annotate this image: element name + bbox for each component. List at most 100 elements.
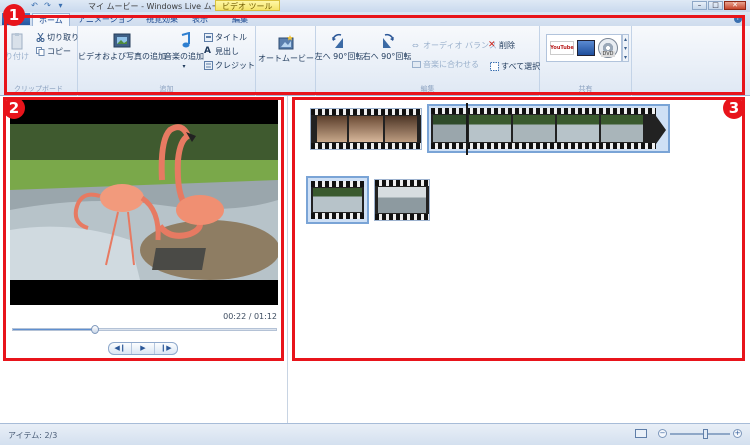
audio-balance-label: オーディオ バランス [423, 41, 497, 50]
film-sprocket [311, 213, 364, 219]
rotate-right-button[interactable]: 右へ 90°回転 [362, 32, 412, 62]
share-gallery-scroll[interactable]: ▴ ▾ ▾ [622, 34, 629, 62]
delete-button[interactable]: ✕ 削除 [488, 40, 515, 51]
rotate-left-button[interactable]: 左へ 90°回転 [314, 32, 364, 62]
fit-to-music-label: 音楽に合わせる [423, 60, 479, 69]
monitor-icon [578, 41, 594, 55]
seek-bar-fill [13, 329, 95, 330]
title-label: タイトル [215, 33, 247, 42]
tab-visual-effects[interactable]: 視覚効果 [140, 13, 184, 26]
dvd-share-button[interactable]: DVD [598, 38, 618, 58]
group-label-share: 共有 [578, 85, 593, 93]
add-music-label: 音楽の追加 [164, 52, 204, 61]
copy-icon [36, 47, 45, 56]
film-sprocket [375, 214, 429, 220]
caption-label: 見出し [215, 47, 239, 56]
annotation-badge-2: 2 [3, 97, 25, 119]
chevron-down-icon: ▾ [182, 63, 186, 70]
caption-button[interactable]: A 見出し [204, 46, 239, 57]
clip-frame [601, 115, 643, 142]
play-button[interactable]: ▶ [132, 343, 155, 354]
annotation-badge-3: 3 [723, 97, 745, 119]
group-clipboard: り付け 切り取り コピー クリップボード [0, 26, 79, 96]
zoom-slider[interactable] [670, 428, 730, 439]
flamingo-video-frame [10, 100, 278, 305]
close-button[interactable]: ✕ [724, 1, 746, 10]
clip-end-arrow [656, 116, 666, 144]
storyboard-clip[interactable] [374, 179, 430, 221]
rotate-left-label: 左へ 90°回転 [314, 52, 364, 61]
help-icon[interactable]: ? [734, 15, 742, 23]
storyboard-view-icon[interactable] [635, 429, 647, 438]
storyboard-clip[interactable] [306, 176, 369, 224]
tab-home[interactable]: ホーム [32, 13, 70, 26]
caption-icon: A [204, 46, 211, 56]
audio-balance-button[interactable]: ⇔ オーディオ バランス [412, 40, 497, 51]
paste-button[interactable]: り付け [2, 32, 32, 62]
zoom-in-button[interactable]: + [733, 429, 742, 438]
status-bar: アイテム: 2/3 − + [0, 423, 750, 445]
quick-access-toolbar: ↶ ↷ ▾ [30, 1, 65, 10]
zoom-out-button[interactable]: − [658, 429, 667, 438]
group-automovie: オートムービー [256, 26, 316, 96]
previous-frame-button[interactable]: ◀❙ [109, 343, 132, 354]
next-frame-button[interactable]: ❙▶ [155, 343, 177, 354]
storyboard-clip-selected[interactable] [427, 104, 670, 153]
tab-animations[interactable]: アニメーション [72, 13, 140, 26]
add-video-photo-label: ビデオおよび写真の追加 [78, 52, 166, 61]
copy-button[interactable]: コピー [36, 46, 71, 57]
tab-edit[interactable]: 編集 [226, 13, 254, 26]
music-note-icon [181, 32, 190, 48]
cut-button[interactable]: 切り取り [36, 32, 79, 43]
time-readout: 00:22 / 01:12 [223, 312, 277, 321]
title-icon [204, 33, 213, 42]
zoom-slider-thumb[interactable] [703, 428, 708, 439]
computer-share-button[interactable] [577, 40, 595, 56]
select-all-label: すべて選択 [501, 62, 541, 71]
title-bar: ↶ ↷ ▾ マイ ムービー - Windows Live ムービー ... ビデ… [0, 0, 750, 12]
undo-icon[interactable]: ↶ [30, 1, 39, 10]
film-sprocket [311, 181, 364, 187]
film-sprocket [375, 180, 429, 186]
ribbon: り付け 切り取り コピー クリップボード ビデオおよび写真の追加 音楽の追加 ▾… [0, 26, 750, 96]
add-video-photo-button[interactable]: ビデオおよび写真の追加 [78, 32, 166, 62]
window-controls: – □ ✕ [692, 1, 746, 10]
film-sprocket [311, 143, 421, 149]
youtube-share-button[interactable]: YouTube [550, 41, 574, 55]
group-label-add: 追加 [159, 85, 174, 93]
filmstrip-photo-icon [113, 33, 131, 48]
group-add: ビデオおよび写真の追加 音楽の追加 ▾ タイトル A 見出し クレジット 追加 [78, 26, 256, 96]
preview-monitor[interactable] [10, 100, 278, 305]
ribbon-tab-row: ホーム アニメーション 視覚効果 表示 編集 ? [0, 12, 750, 26]
credits-button[interactable]: クレジット [204, 60, 255, 71]
redo-icon[interactable]: ↷ [43, 1, 52, 10]
tab-view[interactable]: 表示 [186, 13, 214, 26]
customize-qat-icon[interactable]: ▾ [56, 1, 65, 10]
audio-balance-icon: ⇔ [412, 41, 419, 50]
clip-filmstrip [431, 108, 656, 149]
delete-icon: ✕ [488, 40, 496, 50]
automovie-button[interactable]: オートムービー [258, 34, 314, 64]
youtube-label: YouTube [550, 45, 574, 51]
annotation-badge-1: 1 [3, 4, 25, 26]
clip-frame [349, 116, 383, 142]
clip-frame [378, 187, 426, 213]
group-label-edit: 編集 [420, 85, 435, 93]
select-all-button[interactable]: すべて選択 [490, 61, 540, 72]
clip-frame [557, 115, 599, 142]
share-gallery: YouTube DVD [546, 34, 622, 62]
storyboard-playhead[interactable] [466, 103, 468, 155]
title-button[interactable]: タイトル [204, 32, 247, 43]
seek-bar-thumb[interactable] [90, 325, 99, 334]
fit-to-music-button[interactable]: 音楽に合わせる [412, 59, 479, 70]
minimize-button[interactable]: – [692, 1, 707, 10]
copy-label: コピー [47, 47, 71, 56]
storyboard-clip[interactable] [310, 108, 422, 150]
credits-label: クレジット [215, 61, 255, 70]
context-tab-video-tools[interactable]: ビデオ ツール [215, 0, 280, 11]
film-sprocket [431, 108, 656, 114]
add-music-button[interactable]: 音楽の追加 ▾ [164, 32, 204, 70]
maximize-button[interactable]: □ [708, 1, 723, 10]
rotate-right-label: 右へ 90°回転 [362, 52, 412, 61]
seek-bar[interactable] [12, 325, 277, 334]
